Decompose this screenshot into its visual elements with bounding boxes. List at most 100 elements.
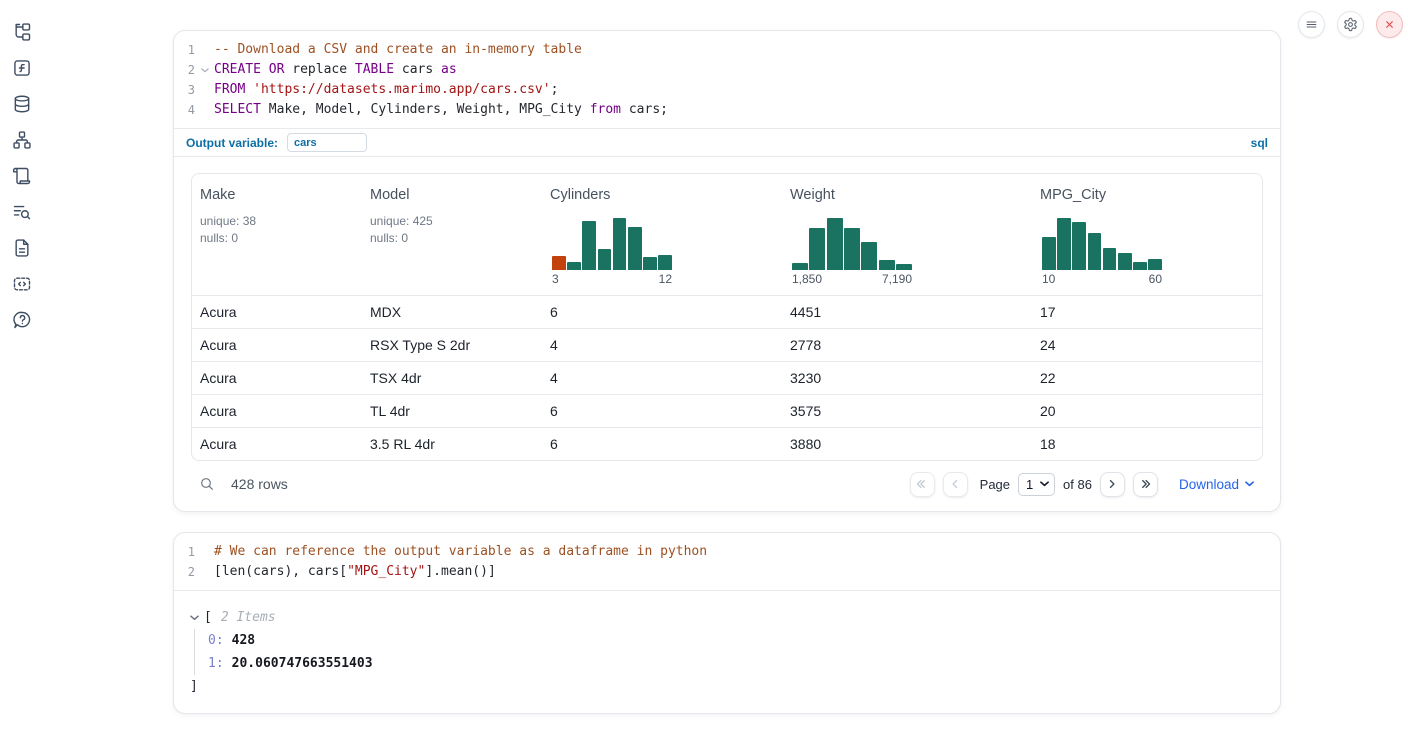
download-button[interactable]: Download xyxy=(1179,477,1254,492)
code-line: 3 FROM 'https://datasets.marimo.app/cars… xyxy=(174,80,1280,100)
histogram-bar xyxy=(628,227,642,270)
chevron-down-icon xyxy=(1040,481,1049,487)
list-item: 0:428 xyxy=(208,629,1264,652)
column-label: Cylinders xyxy=(550,187,774,203)
histogram-bar xyxy=(1133,262,1147,270)
column-header-make[interactable]: Make unique: 38 nulls: 0 xyxy=(192,174,362,295)
sidebar-item-help[interactable] xyxy=(12,310,32,330)
histogram-bar xyxy=(879,260,895,270)
histogram-bar xyxy=(582,221,596,270)
sidebar-item-datasources[interactable] xyxy=(12,94,32,114)
menu-button[interactable] xyxy=(1298,11,1325,38)
histogram-axis-labels: 1060 xyxy=(1042,272,1162,286)
list-open-bracket: [ xyxy=(204,606,212,629)
column-header-weight[interactable]: Weight 1,8507,190 xyxy=(782,174,1032,295)
line-number: 2 xyxy=(174,562,195,582)
line-number: 4 xyxy=(174,100,195,120)
settings-button[interactable] xyxy=(1337,11,1364,38)
histogram-bar xyxy=(1103,248,1117,270)
sql-code-editor[interactable]: 1 -- Download a CSV and create an in-mem… xyxy=(174,31,1280,128)
last-page-button[interactable] xyxy=(1133,472,1158,497)
column-header-cylinders[interactable]: Cylinders 312 xyxy=(542,174,782,295)
histogram-bar xyxy=(567,262,581,270)
language-badge: sql xyxy=(1251,136,1268,150)
help-icon xyxy=(12,310,32,330)
function-square-icon xyxy=(12,58,32,78)
list-close-bracket: ] xyxy=(190,675,1264,698)
database-icon xyxy=(12,94,32,114)
chevrons-right-icon xyxy=(1139,478,1151,490)
output-variable-input[interactable] xyxy=(287,133,367,152)
items-count-label: 2 Items xyxy=(221,606,276,629)
sidebar-item-file-explorer[interactable] xyxy=(12,22,32,42)
sidebar-item-scratchpad[interactable] xyxy=(12,166,32,186)
sidebar-item-documentation[interactable] xyxy=(12,238,32,258)
cylinders-histogram[interactable]: 312 xyxy=(552,218,672,286)
weight-histogram[interactable]: 1,8507,190 xyxy=(792,218,912,286)
python-code-editor[interactable]: 1 # We can reference the output variable… xyxy=(174,533,1280,590)
chevron-down-icon xyxy=(1245,481,1254,487)
page-total-label: of 86 xyxy=(1063,477,1092,492)
snippets-icon xyxy=(12,274,32,294)
histogram-bar xyxy=(598,249,612,270)
sql-cell: 1 -- Download a CSV and create an in-mem… xyxy=(173,30,1281,512)
data-table: Make unique: 38 nulls: 0 Model unique: 4… xyxy=(191,173,1263,461)
shutdown-button[interactable] xyxy=(1376,11,1403,38)
histogram-bar xyxy=(658,255,672,270)
line-number: 2 xyxy=(174,60,195,80)
line-number: 3 xyxy=(174,80,195,100)
file-tree-icon xyxy=(12,22,32,42)
dependency-graph-icon xyxy=(12,130,32,150)
collapse-toggle[interactable] xyxy=(190,615,199,621)
histogram-bar xyxy=(792,263,808,270)
histogram-bar xyxy=(844,228,860,270)
table-row: AcuraTL 4dr6357520 xyxy=(192,394,1262,427)
menu-icon xyxy=(1304,17,1319,32)
next-page-button[interactable] xyxy=(1100,472,1125,497)
prev-page-button[interactable] xyxy=(943,472,968,497)
list-output-tree: [ 2 Items 0:428 1:20.060747663551403 ] xyxy=(190,606,1264,698)
notebook-controls xyxy=(1298,11,1403,38)
table-row: AcuraMDX6445117 xyxy=(192,295,1262,328)
python-cell: 1 # We can reference the output variable… xyxy=(173,532,1281,714)
chevron-left-icon xyxy=(949,478,961,490)
table-header: Make unique: 38 nulls: 0 Model unique: 4… xyxy=(192,174,1262,295)
fold-toggle[interactable] xyxy=(195,60,214,80)
table-row: AcuraTSX 4dr4323022 xyxy=(192,361,1262,394)
sidebar-item-snippets[interactable] xyxy=(12,274,32,294)
histogram-axis-labels: 312 xyxy=(552,272,672,286)
page-label: Page xyxy=(980,477,1010,492)
scroll-icon xyxy=(12,166,32,186)
column-stats: unique: 425 nulls: 0 xyxy=(370,213,534,246)
line-number: 1 xyxy=(174,542,195,562)
gear-icon xyxy=(1343,17,1358,32)
python-cell-output: [ 2 Items 0:428 1:20.060747663551403 ] xyxy=(174,590,1280,713)
histogram-bar xyxy=(643,257,657,270)
sidebar-item-variables[interactable] xyxy=(12,58,32,78)
mpg-city-histogram[interactable]: 1060 xyxy=(1042,218,1162,286)
list-items: 0:428 1:20.060747663551403 xyxy=(194,629,1264,675)
page-select[interactable]: 1 xyxy=(1018,473,1055,496)
line-number: 1 xyxy=(174,40,195,60)
histogram-bar xyxy=(1118,253,1132,270)
sql-cell-output: Make unique: 38 nulls: 0 Model unique: 4… xyxy=(174,156,1280,511)
chevron-down-icon xyxy=(201,68,209,73)
histogram-bar xyxy=(861,242,877,270)
chevron-down-icon xyxy=(190,615,199,621)
column-label: MPG_City xyxy=(1040,187,1254,203)
sidebar-item-logs[interactable] xyxy=(12,202,32,222)
list-item: 1:20.060747663551403 xyxy=(208,652,1264,675)
histogram-bar xyxy=(613,218,627,270)
sidebar-item-dependency-graph[interactable] xyxy=(12,130,32,150)
column-header-mpg-city[interactable]: MPG_City 1060 xyxy=(1032,174,1262,295)
histogram-bar xyxy=(827,218,843,270)
histogram-bar xyxy=(1072,222,1086,270)
code-line: 1 # We can reference the output variable… xyxy=(174,542,1280,562)
close-icon xyxy=(1382,17,1397,32)
histogram-axis-labels: 1,8507,190 xyxy=(792,272,912,286)
column-header-model[interactable]: Model unique: 425 nulls: 0 xyxy=(362,174,542,295)
first-page-button[interactable] xyxy=(910,472,935,497)
histogram-bar xyxy=(896,264,912,270)
column-label: Model xyxy=(370,187,534,203)
search-icon[interactable] xyxy=(199,476,215,492)
